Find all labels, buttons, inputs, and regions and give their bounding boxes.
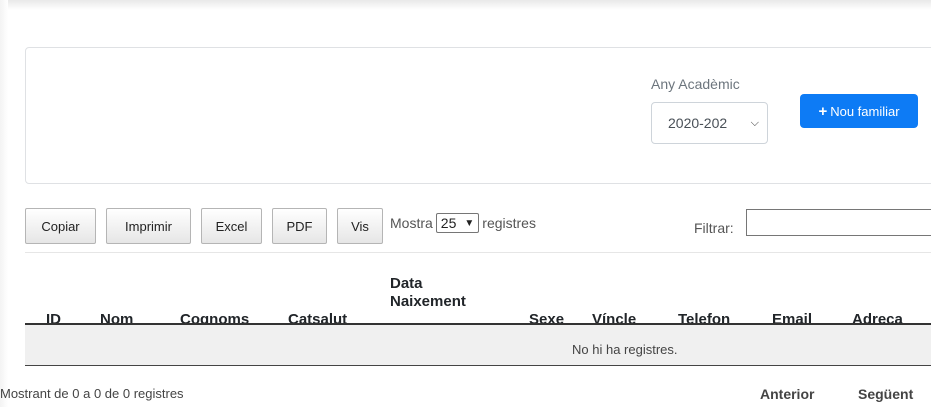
next-page-button[interactable]: Següent <box>858 386 913 402</box>
academic-year-label: Any Acadèmic <box>651 76 740 92</box>
excel-button[interactable]: Excel <box>201 208 262 244</box>
page-length-value: 25 <box>440 215 457 231</box>
academic-year-select[interactable]: 2020-202 ⌵ <box>651 102 768 144</box>
new-family-button[interactable]: + Nou familiar <box>800 94 918 128</box>
academic-year-value: 2020-202 <box>668 115 728 131</box>
print-button[interactable]: Imprimir <box>106 208 191 244</box>
page-length-prefix: Mostra <box>390 215 433 231</box>
chevron-down-icon: ⌵ <box>750 117 759 129</box>
table-info: Mostrant de 0 a 0 de 0 registres <box>0 386 184 401</box>
page-length-suffix: registres <box>482 215 536 231</box>
plus-icon: + <box>818 102 828 120</box>
chevron-down-icon: ▼ <box>464 217 475 229</box>
filter-input[interactable] <box>746 209 931 236</box>
table-top-border <box>25 252 931 253</box>
column-header-birth-date[interactable]: Data Naixement <box>390 275 480 311</box>
filter-label: Filtrar: <box>694 220 734 236</box>
previous-page-button[interactable]: Anterior <box>760 386 814 402</box>
pdf-button[interactable]: PDF <box>272 208 327 244</box>
table-row <box>25 325 931 366</box>
page-length-select[interactable]: 25 ▼ <box>435 213 480 233</box>
new-family-label: Nou familiar <box>830 103 900 119</box>
filter-card <box>25 47 931 184</box>
left-shade <box>0 0 8 407</box>
empty-table-message: No hi ha registres. <box>572 342 678 357</box>
top-shadow <box>0 0 931 10</box>
copy-button[interactable]: Copiar <box>25 208 96 244</box>
page-length-control: Mostra 25 ▼ registres <box>390 213 536 233</box>
visibility-button[interactable]: Vis <box>337 208 383 244</box>
